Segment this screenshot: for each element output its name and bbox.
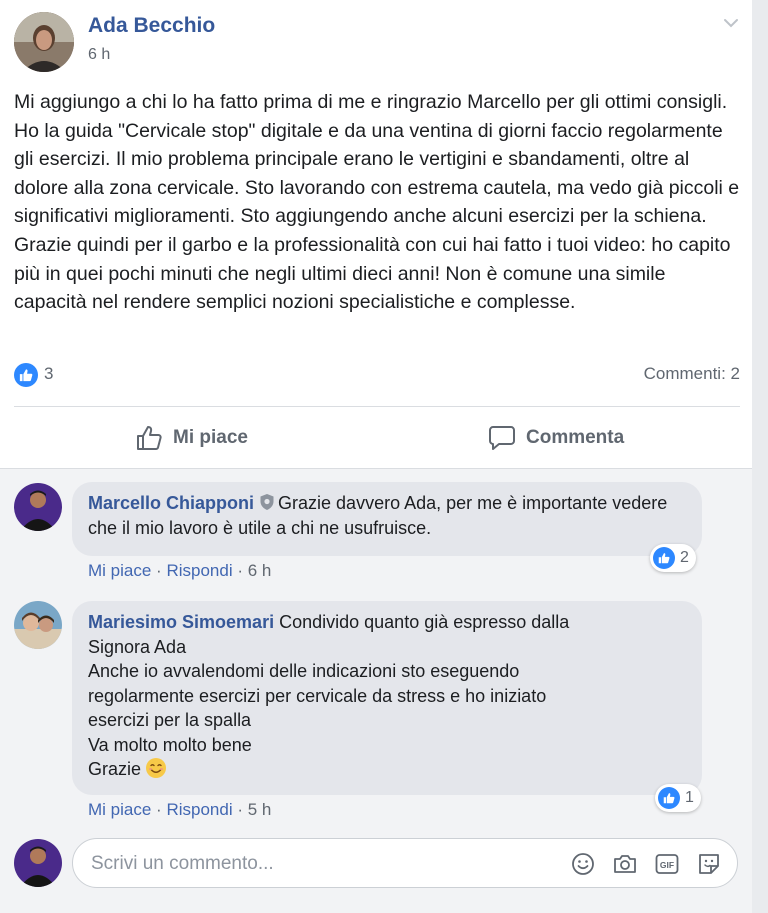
comment-text-line: Signora Ada (88, 636, 187, 657)
post-timestamp[interactable]: 6 h (88, 46, 110, 64)
shield-badge-icon (260, 494, 274, 510)
comment-reactions[interactable]: 2 (650, 544, 696, 572)
svg-text:GIF: GIF (660, 860, 674, 870)
comment-meta: Mi piace · Rispondi · 5 h (88, 800, 271, 820)
comment-text-line: regolarmente esercizi per cervicale da s… (88, 685, 547, 706)
page-background-strip (752, 0, 768, 913)
comment-text-line: Condivido quanto già espresso dalla (279, 612, 570, 632)
comment-reply-link[interactable]: Rispondi (166, 800, 232, 819)
comment-reaction-count: 1 (685, 789, 694, 806)
comment-meta: Mi piace · Rispondi · 6 h (88, 561, 271, 581)
commenter-name[interactable]: Marcello Chiapponi (88, 493, 254, 513)
meta-separator: · (237, 800, 244, 819)
comment-timestamp[interactable]: 6 h (248, 561, 272, 580)
smiley-icon[interactable] (570, 851, 596, 877)
comment-reply-link[interactable]: Rispondi (166, 561, 232, 580)
commenter-avatar[interactable] (14, 601, 62, 649)
comment-composer[interactable]: GIF (72, 838, 738, 888)
comment-bubble: Mariesimo Simoemari Condivido quanto già… (72, 601, 702, 795)
likes-count[interactable]: 3 (44, 364, 53, 384)
author-avatar[interactable] (14, 12, 74, 72)
author-name[interactable]: Ada Becchio (88, 14, 215, 38)
comment-like-link[interactable]: Mi piace (88, 561, 151, 580)
commenter-avatar[interactable] (14, 483, 62, 531)
speech-bubble-icon (489, 426, 515, 450)
comment-button[interactable]: Commenta (488, 420, 624, 456)
chevron-down-icon[interactable] (720, 12, 742, 34)
post-card: Ada Becchio 6 h Mi aggiungo a chi lo ha … (0, 0, 753, 913)
comment-text-line: Grazie (88, 759, 142, 779)
comment-like-link[interactable]: Mi piace (88, 800, 151, 819)
facebook-post-page: Ada Becchio 6 h Mi aggiungo a chi lo ha … (0, 0, 768, 913)
meta-separator: · (156, 800, 162, 819)
smiling-face-emoji-icon (146, 758, 167, 778)
reactions-summary: 3 Commenti: 2 (14, 362, 740, 388)
thumbs-up-icon (653, 547, 675, 569)
like-button-label: Mi piace (173, 427, 248, 448)
meta-separator: · (156, 561, 162, 580)
divider (14, 406, 740, 407)
camera-icon[interactable] (612, 851, 638, 877)
thumbs-up-icon (137, 426, 162, 450)
comment-reaction-count: 2 (680, 549, 689, 566)
meta-separator: · (237, 561, 244, 580)
comment-timestamp[interactable]: 5 h (248, 800, 272, 819)
comment-button-label: Commenta (526, 427, 625, 448)
gif-icon[interactable]: GIF (654, 851, 680, 877)
like-reaction-icon[interactable] (14, 363, 38, 387)
current-user-avatar[interactable] (14, 839, 62, 887)
comments-count[interactable]: Commenti: 2 (644, 364, 740, 384)
commenter-name[interactable]: Mariesimo Simoemari (88, 612, 274, 632)
comment-bubble: Marcello Chiapponi Grazie davvero Ada, pe… (72, 482, 702, 556)
sticker-icon[interactable] (696, 851, 722, 877)
comment-input[interactable] (89, 849, 553, 879)
comment-text-line: Anche io avvalendomi delle indicazioni s… (88, 661, 520, 681)
thumbs-up-icon (658, 787, 680, 809)
comment-text-line: Va molto molto bene (88, 734, 252, 755)
like-button[interactable]: Mi piace (135, 420, 248, 456)
post-body-text: Mi aggiungo a chi lo ha fatto prima di m… (14, 91, 740, 314)
comment-reactions[interactable]: 1 (655, 784, 701, 812)
comment-text-line: esercizi per la spalla (88, 710, 252, 730)
